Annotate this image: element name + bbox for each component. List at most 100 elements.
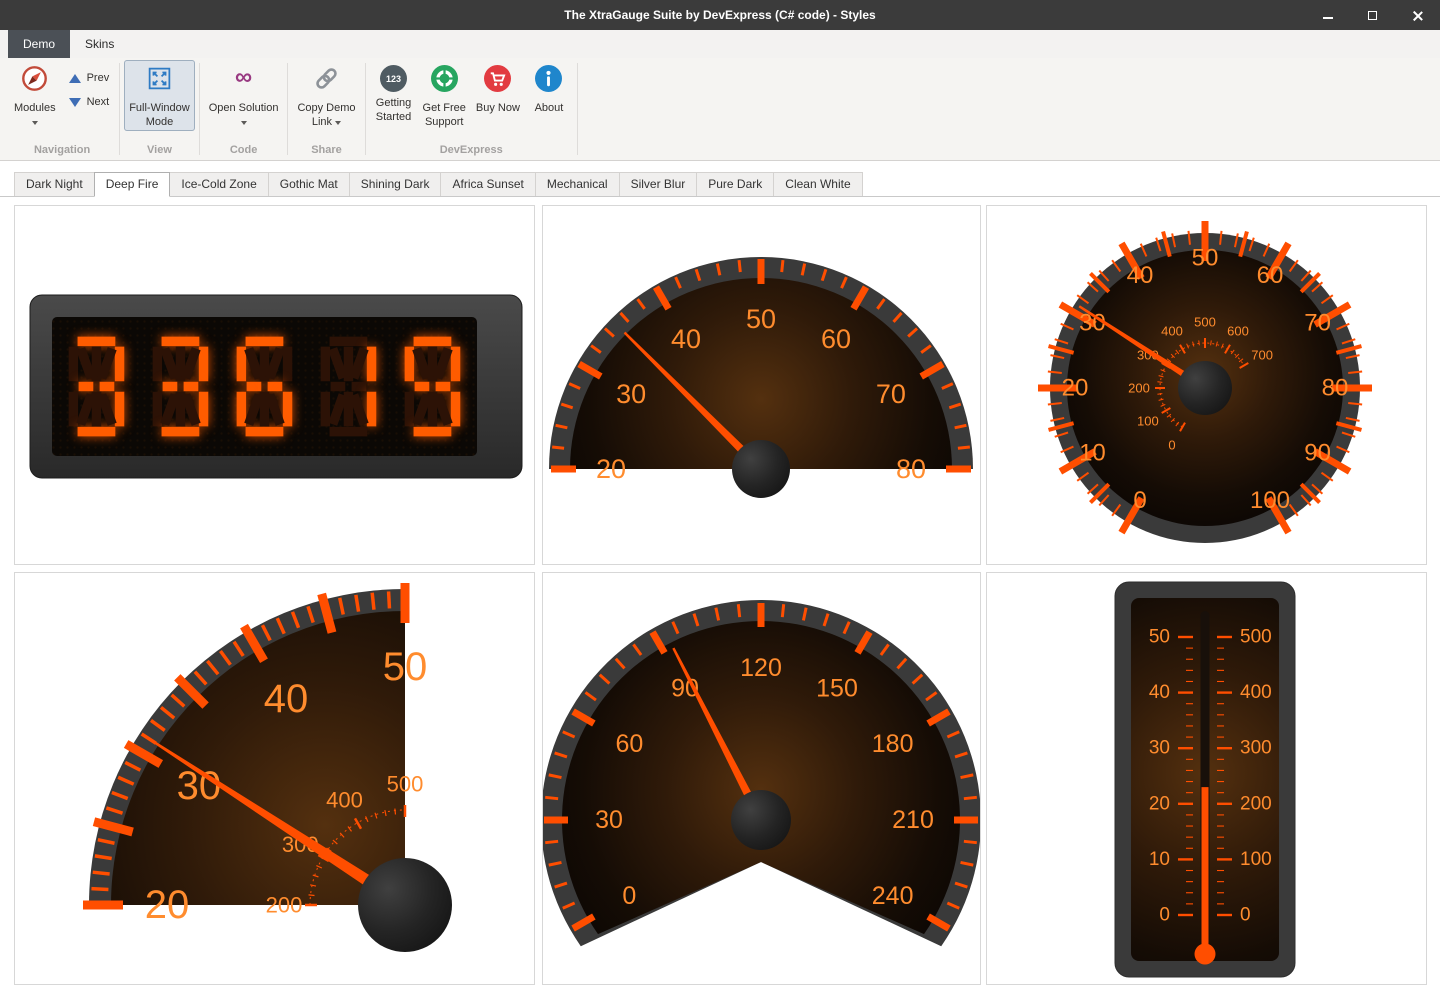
skin-tab-clean-white[interactable]: Clean White [773, 172, 862, 196]
ribbon-group-devexpress: 123 GettingStarted Get Free Support [367, 58, 576, 160]
ribbon-group-view: Full-WindowMode View [121, 58, 198, 160]
svg-text:100: 100 [1250, 487, 1290, 514]
svg-text:20: 20 [1149, 793, 1170, 814]
ribbon-tab-skins[interactable]: Skins [70, 30, 129, 58]
copy-demo-link-button[interactable]: Copy DemoLink [292, 60, 360, 131]
svg-text:60: 60 [1257, 262, 1284, 289]
window-title: The XtraGauge Suite by DevExpress (C# co… [0, 0, 1440, 30]
skin-tab-silver-blur[interactable]: Silver Blur [619, 172, 698, 196]
svg-text:30: 30 [595, 806, 623, 834]
svg-text:150: 150 [816, 674, 858, 702]
ribbon-tab-demo[interactable]: Demo [8, 30, 70, 58]
ribbon: Modules Prev Next Navigation [0, 58, 1440, 161]
support-label-2: Support [425, 116, 464, 128]
svg-text:200: 200 [266, 893, 303, 918]
group-separator [287, 63, 288, 155]
open-solution-button[interactable]: ∞ Open Solution [204, 60, 284, 131]
gauge-panel-thermometer: 010203040500100200300400500 [986, 572, 1427, 985]
svg-text:180: 180 [872, 730, 914, 758]
up-triangle-icon [69, 74, 81, 83]
gauge-panel-circular: 0100200300400500600700010203040506070809… [986, 205, 1427, 565]
minimize-button[interactable] [1305, 0, 1350, 30]
copy-demo-label-1: Copy Demo [297, 102, 355, 114]
svg-text:400: 400 [326, 788, 363, 813]
close-button[interactable] [1395, 0, 1440, 30]
group-separator [365, 63, 366, 155]
group-separator [119, 63, 120, 155]
skin-tab-ice-cold-zone[interactable]: Ice-Cold Zone [169, 172, 268, 196]
svg-text:500: 500 [1240, 627, 1272, 648]
prev-button[interactable]: Prev [69, 72, 110, 84]
maximize-icon [1368, 11, 1377, 20]
maximize-button[interactable] [1350, 0, 1395, 30]
window-controls [1305, 0, 1440, 30]
compass-icon [21, 65, 48, 97]
ribbon-tab-strip: Demo Skins [0, 30, 1440, 58]
cart-icon [484, 65, 511, 97]
skin-tab-shining-dark[interactable]: Shining Dark [349, 172, 442, 196]
support-label-1: Get Free [423, 102, 466, 114]
next-label: Next [87, 96, 110, 108]
full-window-icon [146, 65, 173, 97]
svg-text:300: 300 [1240, 738, 1272, 759]
gauge-panel-semicircular: 20304050607080 [542, 205, 981, 565]
group-separator [577, 63, 578, 155]
svg-text:60: 60 [615, 730, 643, 758]
skin-tab-africa-sunset[interactable]: Africa Sunset [440, 172, 535, 196]
group-caption-devexpress: DevExpress [370, 142, 573, 160]
svg-text:100: 100 [1137, 414, 1159, 429]
getting-started-label-2: Started [376, 111, 411, 123]
get-free-support-button[interactable]: Get Free Support [418, 60, 471, 131]
ribbon-group-code: ∞ Open Solution Code [201, 58, 287, 160]
svg-text:40: 40 [264, 677, 309, 721]
svg-text:0: 0 [1133, 487, 1146, 514]
buy-now-label: Buy Now [476, 102, 520, 114]
close-icon [1412, 10, 1423, 21]
prev-next-column: Prev Next [61, 60, 116, 108]
gauge-panel-wide-arc: 0306090120150180210240 [542, 572, 981, 985]
dropdown-arrow-icon [241, 121, 247, 125]
info-icon [535, 65, 562, 97]
svg-text:20: 20 [145, 883, 190, 927]
minimize-icon [1323, 17, 1333, 19]
svg-text:10: 10 [1079, 440, 1106, 467]
buy-now-button[interactable]: Buy Now [471, 60, 525, 131]
full-window-mode-button[interactable]: Full-WindowMode [124, 60, 195, 131]
getting-started-button[interactable]: 123 GettingStarted [370, 60, 418, 126]
quarter-gau ge: 20030040050020304050 [15, 573, 534, 984]
svg-text:200: 200 [1240, 793, 1272, 814]
group-separator [199, 63, 200, 155]
group-caption-view: View [124, 142, 195, 160]
svg-text:0: 0 [622, 882, 636, 910]
skin-tab-mechanical[interactable]: Mechanical [535, 172, 620, 196]
link-icon [313, 65, 340, 97]
svg-text:60: 60 [821, 324, 851, 354]
skin-tab-pure-dark[interactable]: Pure Dark [696, 172, 774, 196]
lifebuoy-icon [431, 65, 458, 97]
svg-text:500: 500 [1194, 315, 1216, 330]
gauge-panel-quarter: 20030040050020304050 [14, 572, 535, 985]
svg-text:400: 400 [1240, 682, 1272, 703]
svg-text:30: 30 [616, 379, 646, 409]
dropdown-arrow-icon [335, 121, 341, 125]
skin-tab-dark-night[interactable]: Dark Night [14, 172, 95, 196]
svg-text:100: 100 [1240, 849, 1272, 870]
skin-tab-deep-fire[interactable]: Deep Fire [94, 172, 171, 197]
digital-gauge [15, 206, 534, 564]
svg-text:0: 0 [1240, 905, 1251, 926]
about-button[interactable]: About [525, 60, 573, 131]
next-button[interactable]: Next [69, 96, 110, 108]
modules-label: Modules [14, 102, 56, 114]
ribbon-group-share: Copy DemoLink Share [289, 58, 363, 160]
svg-text:50: 50 [746, 304, 776, 334]
svg-text:40: 40 [1149, 682, 1170, 703]
svg-text:400: 400 [1161, 323, 1183, 338]
svg-text:0: 0 [1168, 438, 1175, 453]
skin-tab-gothic-mat[interactable]: Gothic Mat [268, 172, 350, 196]
svg-text:240: 240 [872, 882, 914, 910]
svg-text:40: 40 [1127, 262, 1154, 289]
modules-button[interactable]: Modules [9, 60, 61, 131]
svg-text:10: 10 [1149, 849, 1170, 870]
semicircular-gauge: 20304050607080 [543, 206, 980, 564]
about-label: About [535, 102, 564, 114]
